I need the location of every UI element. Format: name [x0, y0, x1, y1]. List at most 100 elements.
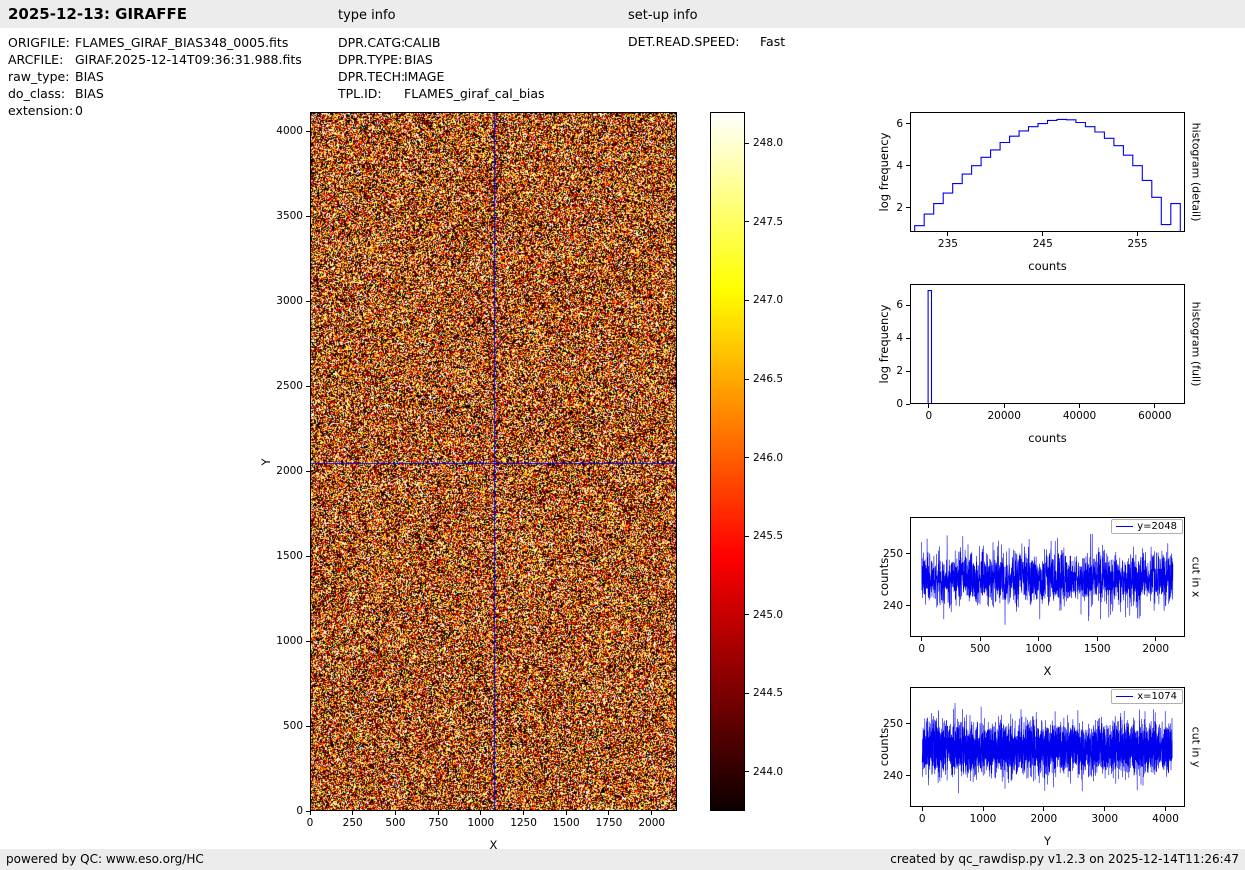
x-tick-label: 40000: [1063, 410, 1096, 422]
y-tick-label: 2500: [276, 380, 303, 392]
colorbar-tick-mark: [745, 693, 749, 694]
legend-label: x=1074: [1137, 691, 1177, 702]
plot-line-svg: [910, 112, 1185, 232]
metadata-label: DPR.TYPE:: [338, 51, 404, 68]
x-tick-mark: [1104, 807, 1105, 811]
metadata-value: GIRAF.2025-12-14T09:36:31.988.fits: [75, 52, 302, 67]
x-tick-mark: [1154, 404, 1155, 408]
header-bar: 2025-12-13: GIRAFFE type info set-up inf…: [0, 0, 1245, 28]
legend-line-sample: [1116, 526, 1133, 527]
metadata-label: ARCFILE:: [8, 51, 75, 68]
metadata-row: extension:0: [8, 102, 302, 119]
x-tick-label: 750: [428, 817, 448, 829]
type-info-column: DPR.CATG:CALIBDPR.TYPE:BIASDPR.TECH:IMAG…: [338, 34, 545, 102]
x-tick-mark: [438, 811, 439, 815]
metadata-row: DPR.TECH:IMAGE: [338, 68, 545, 85]
metadata-value: 0: [75, 103, 83, 118]
x-tick-mark: [1043, 807, 1044, 811]
plot-line-svg: [910, 284, 1185, 404]
qc-report-page: { "header": { "title": "2025-12-13: GIRA…: [0, 0, 1245, 870]
y-tick-label: 240: [883, 600, 903, 612]
bias-image-canvas: [311, 113, 676, 810]
colorbar-tick-mark: [745, 536, 749, 537]
metadata-value: CALIB: [404, 35, 441, 50]
y-tick-label: 4000: [276, 125, 303, 137]
x-tick-mark: [1004, 404, 1005, 408]
x-axis-label: counts: [1028, 259, 1066, 273]
cut-in-x-plot: 0500100015002000240250Xcountscut in xy=2…: [910, 517, 1185, 637]
y-tick-mark: [306, 301, 310, 302]
x-tick-mark: [1079, 404, 1080, 408]
x-tick-label: 0: [918, 643, 925, 655]
x-tick-label: 2000: [638, 817, 665, 829]
metadata-row: ARCFILE:GIRAF.2025-12-14T09:36:31.988.fi…: [8, 51, 302, 68]
legend-cut_x: y=2048: [1111, 519, 1183, 534]
x-tick-mark: [922, 807, 923, 811]
y-tick-mark: [306, 811, 310, 812]
colorbar-tick-label: 246.0: [753, 452, 783, 464]
metadata-row: ORIGFILE:FLAMES_GIRAF_BIAS348_0005.fits: [8, 34, 302, 51]
legend-label: y=2048: [1137, 521, 1177, 532]
x-tick-label: 1750: [596, 817, 623, 829]
colorbar-tick-mark: [745, 379, 749, 380]
legend-line-sample: [1116, 696, 1133, 697]
y-tick-mark: [306, 726, 310, 727]
colorbar-gradient: [710, 112, 745, 811]
y-tick-label: 0: [296, 805, 303, 817]
plot-line-svg: [910, 687, 1185, 807]
x-tick-mark: [566, 811, 567, 815]
colorbar-tick-label: 247.5: [753, 216, 783, 228]
x-tick-label: 245: [1033, 238, 1053, 250]
x-tick-mark: [310, 811, 311, 815]
metadata-value: BIAS: [404, 52, 433, 67]
x-tick-label: 255: [1128, 238, 1148, 250]
qc-link[interactable]: www.eso.org/HC: [106, 852, 204, 866]
y-axis-label: counts: [877, 558, 891, 596]
metadata-label: DET.READ.SPEED:: [628, 33, 760, 50]
x-axis-label: Y: [1044, 834, 1051, 848]
x-tick-label: 1250: [510, 817, 537, 829]
x-tick-mark: [947, 232, 948, 236]
cut-in-y-plot: 01000200030004000240250Ycountscut in yx=…: [910, 687, 1185, 807]
x-tick-mark: [608, 811, 609, 815]
y-tick-label: 2: [896, 202, 903, 214]
metadata-value: BIAS: [75, 86, 104, 101]
x-tick-mark: [1155, 637, 1156, 641]
metadata-label: extension:: [8, 102, 75, 119]
metadata-row: DPR.CATG:CALIB: [338, 34, 545, 51]
plot-right-title: histogram (full): [1190, 302, 1203, 387]
footer-created-by: created by qc_rawdisp.py v1.2.3 on 2025-…: [890, 852, 1239, 866]
x-tick-mark: [980, 637, 981, 641]
metadata-row: do_class:BIAS: [8, 85, 302, 102]
setup-info-heading: set-up info: [628, 8, 698, 23]
x-tick-label: 4000: [1152, 813, 1179, 825]
colorbar-tick-mark: [745, 221, 749, 222]
y-tick-label: 500: [283, 720, 303, 732]
y-tick-mark: [306, 386, 310, 387]
metadata-label: DPR.CATG:: [338, 34, 404, 51]
setup-info-column: DET.READ.SPEED:Fast: [628, 33, 785, 50]
metadata-label: DPR.TECH:: [338, 68, 404, 85]
x-tick-label: 3000: [1091, 813, 1118, 825]
y-tick-mark: [306, 556, 310, 557]
x-tick-label: 500: [385, 817, 405, 829]
colorbar-tick-mark: [745, 143, 749, 144]
colorbar-tick-mark: [745, 771, 749, 772]
x-tick-mark: [928, 404, 929, 408]
colorbar: 244.0244.5245.0245.5246.0246.5247.0247.5…: [710, 112, 745, 811]
y-axis-label: log frequency: [877, 305, 891, 384]
x-tick-mark: [921, 637, 922, 641]
x-tick-label: 1000: [970, 813, 997, 825]
y-tick-mark: [306, 641, 310, 642]
x-tick-mark: [983, 807, 984, 811]
x-tick-label: 500: [970, 643, 990, 655]
y-tick-label: 1000: [276, 635, 303, 647]
metadata-label: do_class:: [8, 85, 75, 102]
x-tick-label: 0: [925, 410, 932, 422]
metadata-label: raw_type:: [8, 68, 75, 85]
metadata-label: ORIGFILE:: [8, 34, 75, 51]
colorbar-tick-label: 247.0: [753, 294, 783, 306]
x-tick-label: 20000: [987, 410, 1020, 422]
x-tick-mark: [651, 811, 652, 815]
x-tick-label: 0: [919, 813, 926, 825]
